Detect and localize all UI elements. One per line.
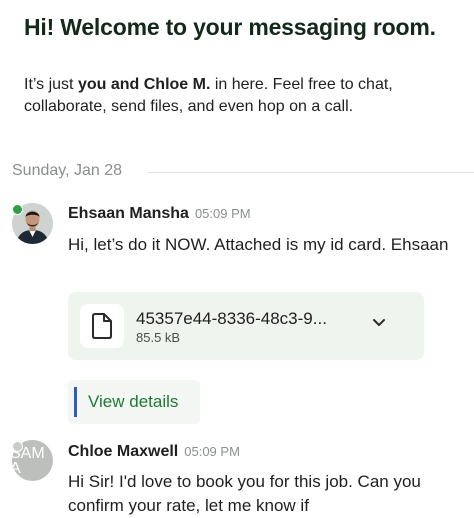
message-text: Hi, let’s do it NOW. Attached is my id c… bbox=[68, 235, 449, 254]
date-divider-line bbox=[148, 172, 474, 173]
file-size: 85.5 kB bbox=[136, 330, 181, 345]
file-icon bbox=[92, 313, 112, 339]
view-details-accent-bar bbox=[74, 387, 77, 417]
message-sender[interactable]: Chloe Maxwell 05:09 PM bbox=[68, 443, 240, 461]
chevron-down-icon[interactable] bbox=[372, 318, 386, 328]
message-time: 05:09 PM bbox=[194, 206, 251, 221]
view-details-label[interactable]: View details bbox=[88, 392, 178, 412]
away-status-dot bbox=[12, 441, 23, 452]
welcome-description: It’s just you and Chloe M. in here. Feel… bbox=[24, 74, 464, 118]
sender-name[interactable]: Ehsaan Mansha bbox=[68, 205, 189, 222]
welcome-participants: you and Chloe M. bbox=[77, 76, 211, 93]
date-label: Sunday, Jan 28 bbox=[12, 162, 123, 179]
welcome-text-prefix: It’s just bbox=[24, 76, 78, 93]
date-separator: Sunday, Jan 28 bbox=[12, 160, 474, 184]
file-name: 45357e44-8336-48c3-9... bbox=[136, 309, 327, 328]
view-details-button[interactable]: View details bbox=[68, 380, 200, 424]
file-icon-container bbox=[80, 304, 124, 348]
online-status-dot bbox=[12, 204, 23, 215]
message-time: 05:09 PM bbox=[184, 444, 240, 459]
message-text: Hi Sir! I'd love to book you for this jo… bbox=[68, 472, 421, 515]
sender-name[interactable]: Chloe Maxwell bbox=[68, 443, 178, 460]
file-attachment-card[interactable]: 45357e44-8336-48c3-9... 85.5 kB bbox=[68, 292, 424, 360]
welcome-title: Hi! Welcome to your messaging room. bbox=[24, 14, 436, 40]
message-sender[interactable]: Ehsaan Mansha 05:09 PM bbox=[68, 205, 251, 223]
